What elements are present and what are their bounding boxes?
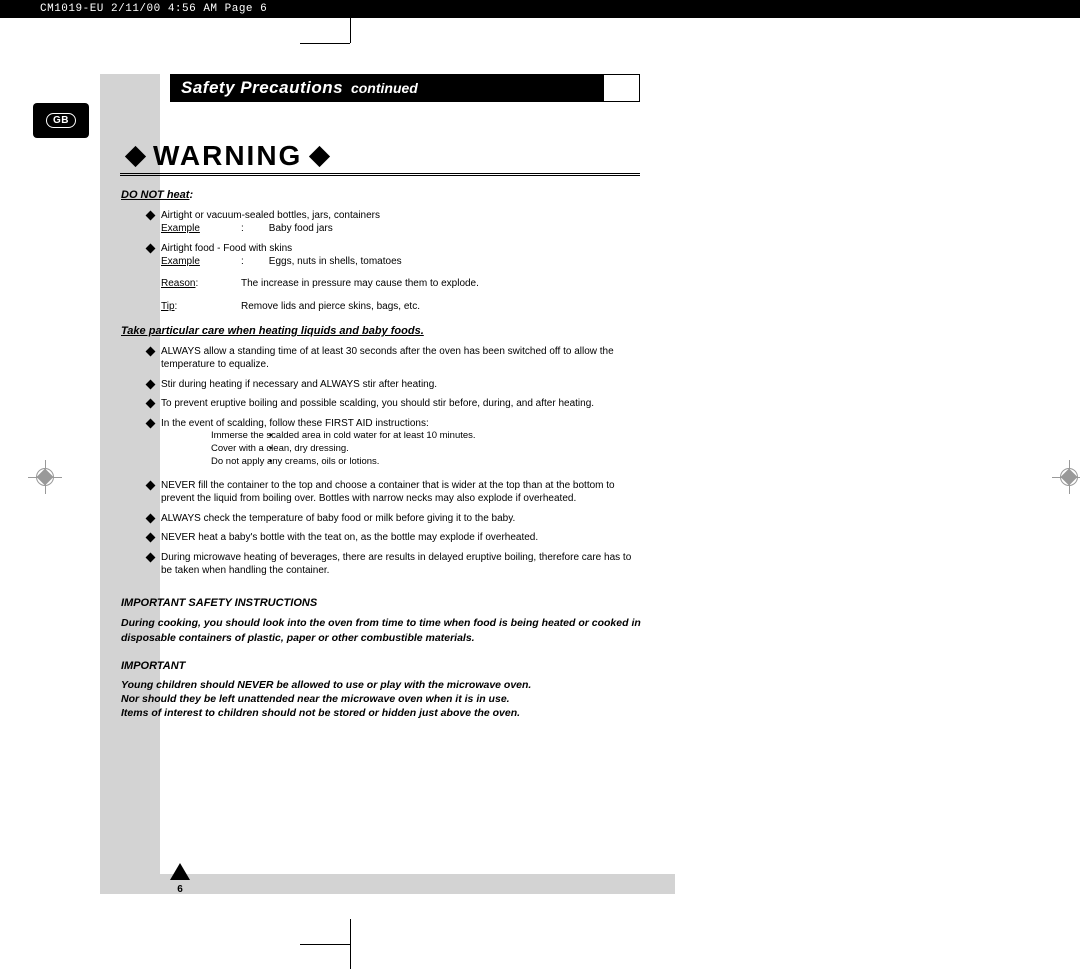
section-title-bar-extension <box>604 74 640 102</box>
section-title-bar: Safety Precautions continued <box>170 74 605 102</box>
list-item: Cover with a clean, dry dressing. <box>201 443 641 456</box>
liquids-list-a: ALWAYS allow a standing time of at least… <box>121 345 641 469</box>
safety-line: Young children should NEVER be allowed t… <box>121 678 641 692</box>
safety-line: Nor should they be left unattended near … <box>121 692 641 706</box>
warning-text: WARNING <box>153 140 302 172</box>
reason-row: Reason:The increase in pressure may caus… <box>121 277 641 291</box>
tip-row: Tip:Remove lids and pierce skins, bags, … <box>121 300 641 314</box>
list-item: ALWAYS check the temperature of baby foo… <box>161 512 641 526</box>
list-item: NEVER heat a baby's bottle with the teat… <box>161 531 641 545</box>
subsection-heading: Take particular care when heating liquid… <box>121 324 641 339</box>
diamond-icon <box>309 145 330 166</box>
list-item: Immerse the scalded area in cold water f… <box>201 430 641 443</box>
content-column: DO NOT heat: Airtight or vacuum-sealed b… <box>121 188 641 720</box>
page-number-marker: 6 <box>170 863 190 899</box>
subsection-heading: DO NOT heat: <box>121 188 641 203</box>
language-badge-label: GB <box>46 113 76 128</box>
do-not-heat-list: Airtight or vacuum-sealed bottles, jars,… <box>121 209 641 269</box>
first-aid-list: Immerse the scalded area in cold water f… <box>161 430 641 468</box>
list-item: ALWAYS allow a standing time of at least… <box>161 345 641 372</box>
list-item: In the event of scalding, follow these F… <box>161 417 641 469</box>
list-item: During microwave heating of beverages, t… <box>161 551 641 578</box>
print-header: CM1019-EU 2/11/00 4:56 AM Page 6 <box>0 0 1080 18</box>
rule <box>120 175 640 176</box>
list-item: Do not apply any creams, oils or lotions… <box>201 456 641 469</box>
crop-mark-bottom <box>325 919 375 969</box>
crop-mark-top <box>325 18 375 68</box>
list-item: NEVER fill the container to the top and … <box>161 479 641 506</box>
triangle-icon <box>170 863 190 880</box>
warning-heading: WARNING <box>118 140 337 172</box>
list-item: Airtight or vacuum-sealed bottles, jars,… <box>161 209 641 236</box>
page-number: 6 <box>177 884 183 895</box>
safety-line: Items of interest to children should not… <box>121 706 641 720</box>
section-title: Safety Precautions <box>181 78 343 98</box>
diamond-icon <box>125 145 146 166</box>
liquids-list-b: NEVER fill the container to the top and … <box>121 479 641 578</box>
list-item: To prevent eruptive boiling and possible… <box>161 397 641 411</box>
section-subtitle: continued <box>347 80 418 96</box>
language-badge: GB <box>33 103 89 138</box>
subsection-heading: IMPORTANT SAFETY INSTRUCTIONS <box>121 596 641 611</box>
list-item: Stir during heating if necessary and ALW… <box>161 378 641 392</box>
list-item: Airtight food - Food with skins Example:… <box>161 242 641 269</box>
subsection-heading: IMPORTANT <box>121 659 641 674</box>
safety-paragraph: During cooking, you should look into the… <box>121 616 641 644</box>
